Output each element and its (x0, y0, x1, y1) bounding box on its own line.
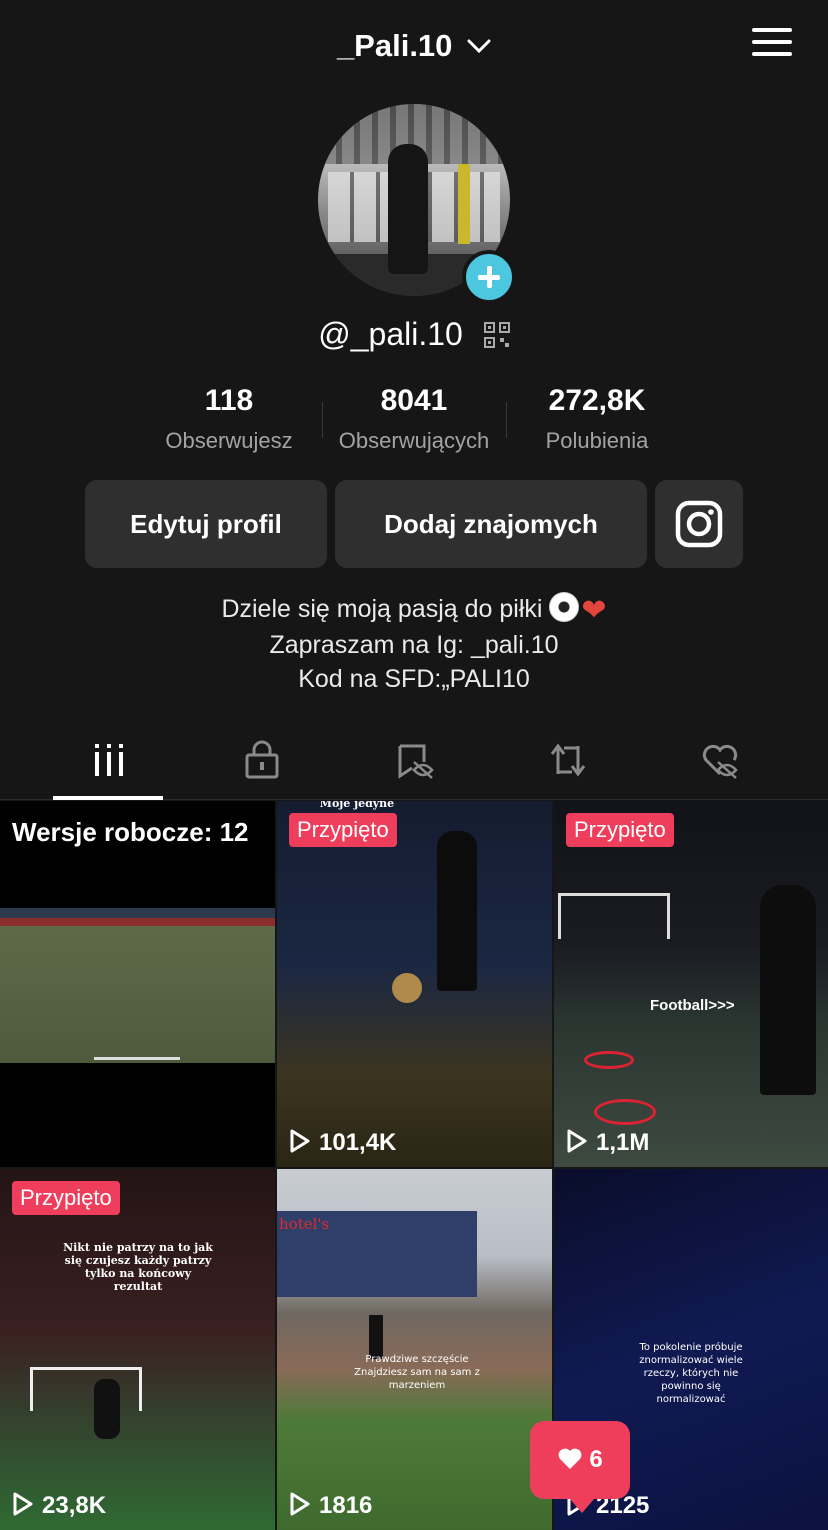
goal-shape (30, 1367, 142, 1411)
bio-line-3: Kod na SFD:„PALI10 (298, 665, 530, 693)
drafts-tile[interactable]: Wersje robocze: 12 (0, 801, 275, 1167)
stat-followers[interactable]: 8041 Obserwujących (314, 384, 514, 454)
profile-stats: 118 Obserwujesz 8041 Obserwujących 272,8… (0, 384, 828, 464)
video-overlay-text: Football>>> (650, 997, 735, 1014)
video-overlay-text: Moje jedyne (319, 801, 395, 810)
player-silhouette (94, 1379, 120, 1439)
view-count: 1,1M (566, 1128, 649, 1157)
video-thumbnail (0, 908, 275, 1063)
add-avatar-plus-icon[interactable] (462, 250, 516, 304)
drafts-label: Wersje robocze: 12 (12, 817, 249, 847)
player-silhouette (437, 831, 477, 991)
video-grid: Wersje robocze: 12 Moje jedyne Przypięto… (0, 801, 828, 1530)
pinned-badge: Przypięto (12, 1181, 120, 1215)
video-overlay-text: To pokolenie próbuje znormalizować wiele… (639, 1342, 743, 1405)
video-overlay-text: Prawdziwe szczęście Znajdziesz sam na sa… (354, 1354, 480, 1391)
play-icon (13, 1492, 33, 1516)
soccer-ball-icon (549, 592, 580, 622)
cone-ring (594, 1099, 656, 1125)
tab-favorites[interactable] (360, 730, 470, 800)
video-tile[interactable]: hotel's Prawdziwe szczęście Znajdziesz s… (277, 1169, 552, 1530)
content-tabs (0, 730, 828, 800)
account-title: _Pali.10 (336, 27, 453, 63)
view-count: 23,8K (12, 1491, 106, 1520)
qr-code-icon[interactable] (483, 321, 510, 348)
repost-icon (550, 743, 586, 777)
play-icon (290, 1129, 310, 1153)
building-sign: hotel's (279, 1215, 330, 1233)
goal-shape (558, 893, 670, 939)
stat-following[interactable]: 118 Obserwujesz (129, 384, 329, 454)
top-bar: _Pali.10 (0, 0, 828, 88)
like-count: 6 (589, 1446, 603, 1473)
chevron-down-icon (467, 39, 491, 53)
instagram-button[interactable] (655, 480, 743, 568)
tab-private[interactable] (206, 730, 316, 800)
heart-hidden-icon (702, 744, 738, 779)
grid-icon (95, 744, 123, 776)
player-silhouette (760, 885, 816, 1095)
lock-icon (245, 740, 279, 779)
bookmark-hidden-icon (398, 744, 434, 779)
view-count: 1816 (289, 1491, 372, 1520)
add-friends-button[interactable]: Dodaj znajomych (335, 480, 647, 568)
pinned-badge: Przypięto (566, 813, 674, 847)
bio-line-1: Dziele się moją pasją do piłki (221, 595, 543, 623)
profile-handle-row: @_pali.10 (0, 314, 828, 353)
view-count: 101,4K (289, 1128, 396, 1157)
stat-likes[interactable]: 272,8K Polubienia (497, 384, 697, 454)
video-tile[interactable]: Football>>> Przypięto 1,1M (554, 801, 828, 1167)
cone-ring (584, 1051, 634, 1069)
bio-line-2: Zapraszam na Ig: _pali.10 (269, 631, 559, 659)
progress-line (94, 1057, 180, 1060)
tab-reposts[interactable] (512, 730, 622, 800)
account-switcher[interactable]: _Pali.10 (0, 26, 828, 64)
like-notification[interactable]: 6 (530, 1421, 630, 1513)
menu-icon[interactable] (752, 28, 792, 60)
instagram-icon (675, 500, 723, 548)
pinned-badge: Przypięto (289, 813, 397, 847)
edit-profile-button[interactable]: Edytuj profil (85, 480, 327, 568)
video-tile[interactable]: Moje jedyne Przypięto 101,4K (277, 801, 552, 1167)
profile-handle: @_pali.10 (318, 316, 463, 353)
tab-liked[interactable] (664, 730, 774, 800)
play-icon (567, 1129, 587, 1153)
profile-bio: Dziele się moją pasją do piłki ❤ Zaprasz… (0, 592, 828, 696)
video-tile[interactable]: Nikt nie patrzy na to jak się czujesz ka… (0, 1169, 275, 1530)
video-overlay-text: Nikt nie patrzy na to jak się czujesz ka… (63, 1241, 213, 1293)
red-heart-icon: ❤ (581, 594, 607, 627)
play-icon (290, 1492, 310, 1516)
heart-icon (558, 1448, 582, 1469)
tab-videos[interactable] (53, 730, 163, 800)
ball-shape (392, 973, 422, 1003)
